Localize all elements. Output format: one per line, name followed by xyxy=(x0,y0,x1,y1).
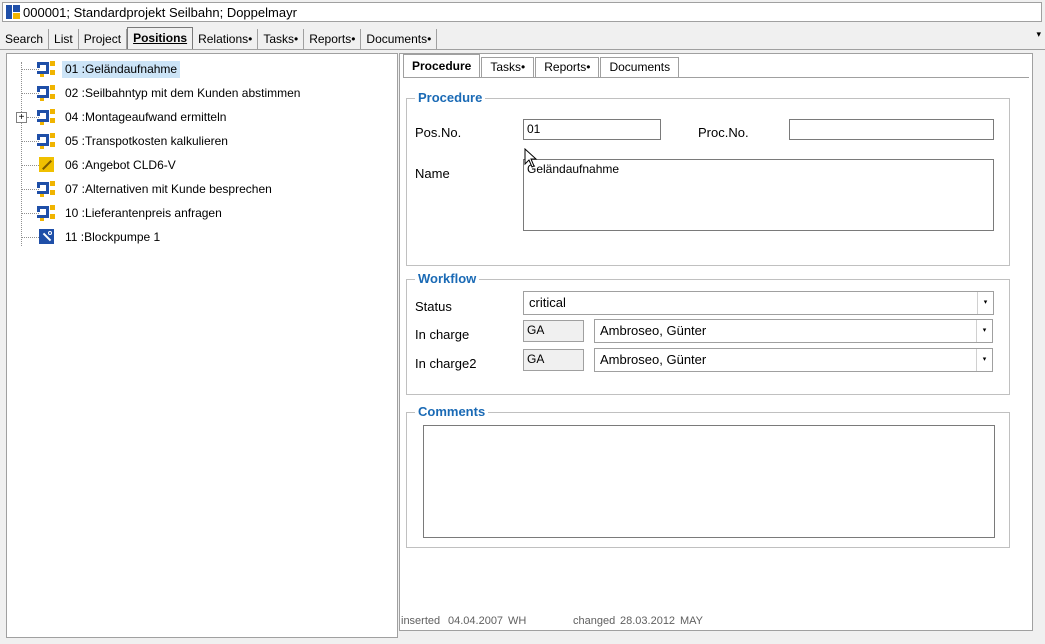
inserted-label: inserted xyxy=(401,615,441,627)
changed-by: MAY xyxy=(680,615,704,627)
window-title: 000001; Standardprojekt Seilbahn; Doppel… xyxy=(23,4,297,20)
tree-item[interactable]: 07 :Alternativen mit Kunde besprechen xyxy=(7,178,387,200)
name-textarea[interactable]: Geländaufnahme xyxy=(523,159,994,231)
comments-textarea[interactable] xyxy=(423,425,995,538)
tree-item-label[interactable]: 01 :Geländaufnahme xyxy=(62,61,181,78)
name-label: Name xyxy=(415,166,450,181)
tab-overflow-arrow-icon[interactable]: ▾ xyxy=(1036,29,1041,40)
procedure-icon xyxy=(37,205,55,221)
status-label: Status xyxy=(415,299,452,314)
tab-documents[interactable]: Documents• xyxy=(361,29,438,49)
pos-no-input[interactable]: 01 xyxy=(523,119,661,140)
mouse-cursor-icon xyxy=(524,148,538,168)
tree-item-label[interactable]: 06 :Angebot CLD6-V xyxy=(62,157,179,174)
in-charge2-select[interactable]: Ambroseo, Günter ▾ xyxy=(594,348,993,372)
procedure-icon xyxy=(37,85,55,101)
expand-icon[interactable]: + xyxy=(16,112,27,123)
inserted-date: 04.04.2007 xyxy=(448,615,504,627)
detail-tab-bar: Procedure Tasks• Reports• Documents xyxy=(403,54,680,77)
in-charge-label: In charge xyxy=(415,327,470,342)
tab-positions[interactable]: Positions xyxy=(127,27,194,49)
tab-tasks[interactable]: Tasks• xyxy=(258,29,305,49)
status-value: critical xyxy=(529,295,566,310)
tree-item[interactable]: 06 :Angebot CLD6-V xyxy=(7,154,387,176)
status-select[interactable]: critical ▾ xyxy=(523,291,994,315)
tab-divider xyxy=(0,49,1045,50)
subtab-divider xyxy=(403,77,1029,78)
dropdown-arrow-icon[interactable]: ▾ xyxy=(976,320,992,342)
tab-search[interactable]: Search xyxy=(0,29,50,49)
in-charge-select[interactable]: Ambroseo, Günter ▾ xyxy=(594,319,993,343)
proc-no-label: Proc.No. xyxy=(698,125,749,140)
procedure-icon xyxy=(37,109,55,125)
tree-item[interactable]: 11 :Blockpumpe 1 xyxy=(7,226,387,248)
subtab-documents[interactable]: Documents xyxy=(600,57,680,77)
subtab-procedure[interactable]: Procedure xyxy=(403,54,481,77)
tab-reports[interactable]: Reports• xyxy=(304,29,362,49)
procedure-group-title: Procedure xyxy=(415,90,486,106)
changed-label: changed xyxy=(573,615,616,627)
tree-item-label[interactable]: 02 :Seilbahntyp mit dem Kunden abstimmen xyxy=(62,85,303,102)
tree-item[interactable]: 05 :Transpotkosten kalkulieren xyxy=(7,130,387,152)
subtab-reports[interactable]: Reports• xyxy=(535,57,600,77)
procedure-icon xyxy=(37,181,55,197)
tool-icon xyxy=(37,229,55,245)
in-charge2-label: In charge2 xyxy=(415,356,477,371)
in-charge-code: GA xyxy=(523,320,584,342)
changed-date: 28.03.2012 xyxy=(620,615,676,627)
dropdown-arrow-icon[interactable]: ▾ xyxy=(977,292,993,314)
workflow-group-title: Workflow xyxy=(415,271,480,287)
procedure-icon xyxy=(37,61,55,77)
tab-project[interactable]: Project xyxy=(79,29,128,49)
inserted-by: WH xyxy=(508,615,527,627)
main-tab-bar: Search List Project Positions Relations•… xyxy=(0,27,1045,49)
tree-item-label[interactable]: 05 :Transpotkosten kalkulieren xyxy=(62,133,231,150)
pos-no-label: Pos.No. xyxy=(415,125,462,140)
dropdown-arrow-icon[interactable]: ▾ xyxy=(976,349,992,371)
window-title-bar: 000001; Standardprojekt Seilbahn; Doppel… xyxy=(2,2,1042,22)
tree-item[interactable]: 02 :Seilbahntyp mit dem Kunden abstimmen xyxy=(7,82,387,104)
tab-list[interactable]: List xyxy=(49,29,79,49)
procedure-icon xyxy=(37,133,55,149)
edit-icon xyxy=(37,157,55,173)
positions-tree[interactable]: 01 :Geländaufnahme 02 :Seilbahntyp mit d… xyxy=(6,53,398,638)
tree-item-label[interactable]: 07 :Alternativen mit Kunde besprechen xyxy=(62,181,275,198)
in-charge-value: Ambroseo, Günter xyxy=(600,323,707,338)
subtab-tasks[interactable]: Tasks• xyxy=(481,57,535,77)
tree-item-label[interactable]: 11 :Blockpumpe 1 xyxy=(62,229,163,246)
in-charge2-code: GA xyxy=(523,349,584,371)
tab-relations[interactable]: Relations• xyxy=(193,29,259,49)
tree-item[interactable]: 01 :Geländaufnahme xyxy=(7,58,387,80)
tree-item[interactable]: 10 :Lieferantenpreis anfragen xyxy=(7,202,387,224)
proc-no-input[interactable] xyxy=(789,119,994,140)
tree-item[interactable]: + 04 :Montageaufwand ermitteln xyxy=(7,106,387,128)
in-charge2-value: Ambroseo, Günter xyxy=(600,352,707,367)
tree-item-label[interactable]: 10 :Lieferantenpreis anfragen xyxy=(62,205,225,222)
tree-item-label[interactable]: 04 :Montageaufwand ermitteln xyxy=(62,109,229,126)
app-logo-icon xyxy=(6,5,20,19)
comments-group-title: Comments xyxy=(415,404,489,420)
